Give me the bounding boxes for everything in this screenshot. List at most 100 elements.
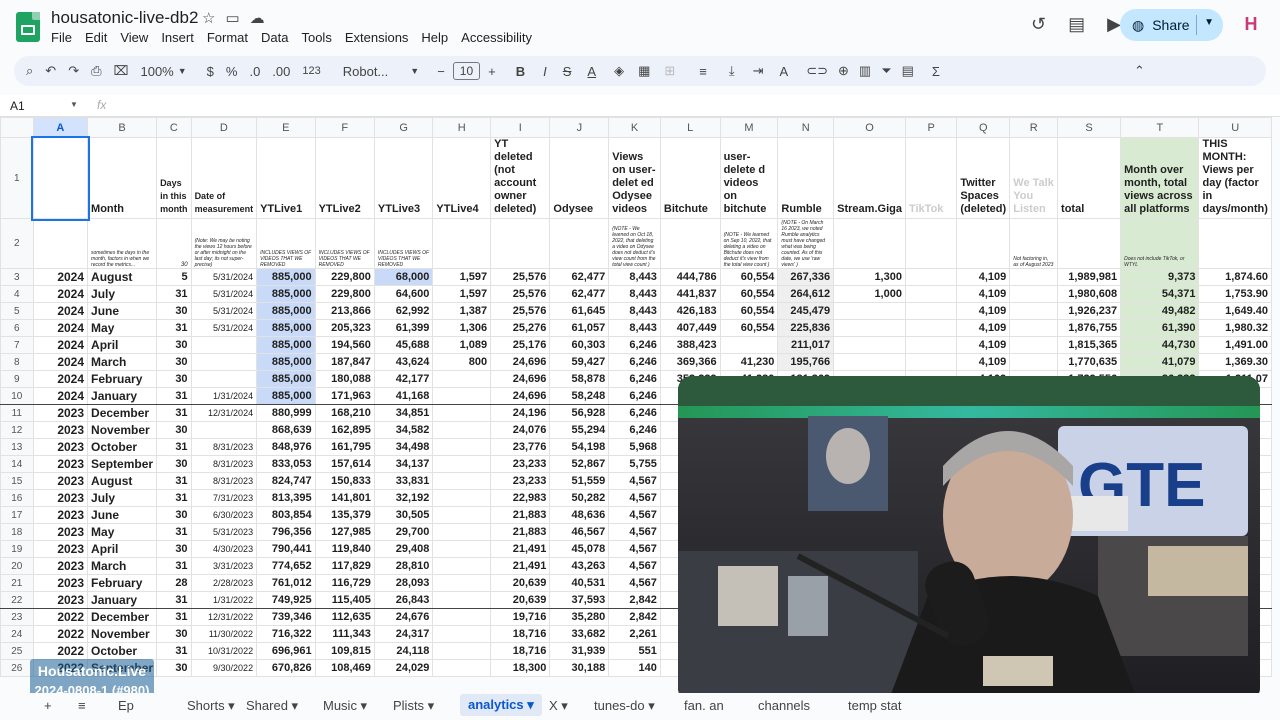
data-cell[interactable]: 4,567 — [608, 523, 661, 541]
data-cell[interactable] — [432, 455, 492, 473]
data-cell[interactable] — [904, 336, 958, 354]
data-cell[interactable]: 23,233 — [490, 455, 551, 473]
data-cell[interactable]: 30 — [156, 370, 192, 388]
data-cell[interactable]: 58,248 — [549, 387, 610, 405]
row-number[interactable]: 24 — [0, 625, 34, 643]
data-cell[interactable]: 1,874.60 — [1198, 268, 1272, 286]
data-cell[interactable]: 21,491 — [490, 540, 551, 558]
row-number[interactable]: 8 — [0, 353, 34, 371]
row-number[interactable]: 14 — [0, 455, 34, 473]
valign-icon[interactable]: ⤓ — [729, 63, 735, 79]
data-cell[interactable]: 1,300 — [833, 268, 906, 286]
data-cell[interactable]: 8/31/2023 — [190, 455, 258, 473]
column-header-j[interactable]: J — [549, 117, 610, 138]
data-cell[interactable]: 1/31/2022 — [190, 591, 258, 609]
menu-extensions[interactable]: Extensions — [345, 30, 415, 45]
data-cell[interactable]: 30 — [156, 506, 192, 524]
column-header-e[interactable]: E — [256, 117, 316, 138]
data-cell[interactable]: 62,992 — [373, 302, 434, 320]
data-cell[interactable]: 31 — [156, 591, 192, 609]
data-cell[interactable]: 33,682 — [549, 625, 610, 643]
menu-tools[interactable]: Tools — [301, 30, 337, 45]
header-cell[interactable]: Odysee — [549, 137, 610, 219]
rotate-icon[interactable]: A — [780, 64, 789, 79]
data-cell[interactable]: 28 — [156, 574, 192, 592]
data-cell[interactable]: 1,000 — [833, 285, 906, 303]
data-cell[interactable] — [432, 523, 492, 541]
data-cell[interactable]: 2023 — [32, 455, 89, 473]
data-cell[interactable]: 229,800 — [314, 285, 375, 303]
row-number[interactable]: 17 — [0, 506, 34, 524]
row-number[interactable]: 26 — [0, 659, 34, 677]
data-cell[interactable]: 55,294 — [549, 421, 610, 439]
data-cell[interactable]: 20,639 — [490, 574, 551, 592]
column-header-b[interactable]: B — [87, 117, 158, 138]
data-cell[interactable]: 1,369.30 — [1198, 353, 1272, 371]
document-title[interactable]: housatonic-live-db2 — [51, 8, 198, 28]
data-cell[interactable]: 1,306 — [432, 319, 492, 337]
data-cell[interactable]: 8,443 — [608, 302, 661, 320]
data-cell[interactable]: 2023 — [32, 438, 89, 456]
data-cell[interactable]: 12/31/2024 — [190, 404, 258, 422]
data-cell[interactable]: 5/31/2024 — [190, 268, 258, 286]
data-cell[interactable]: 32,192 — [373, 489, 434, 507]
header-cell[interactable]: TikTok — [904, 137, 958, 219]
header-cell[interactable] — [31, 135, 90, 221]
data-cell[interactable]: 21,883 — [490, 523, 551, 541]
data-cell[interactable]: 749,925 — [256, 591, 316, 609]
data-cell[interactable]: 30 — [156, 659, 192, 677]
data-cell[interactable]: 2,261 — [608, 625, 661, 643]
data-cell[interactable]: 2022 — [32, 642, 89, 660]
comments-icon[interactable]: ▤ — [1068, 14, 1085, 35]
data-cell[interactable]: 803,854 — [256, 506, 316, 524]
data-cell[interactable]: 60,554 — [719, 302, 779, 320]
data-cell[interactable] — [190, 421, 258, 439]
header-cell[interactable]: Twitter Spaces (deleted) — [956, 137, 1011, 219]
header-cell[interactable]: Date of measurement — [190, 137, 258, 219]
data-cell[interactable]: 31 — [156, 472, 192, 490]
data-cell[interactable]: 30 — [156, 625, 192, 643]
data-cell[interactable]: 41,168 — [373, 387, 434, 405]
data-cell[interactable]: December — [87, 404, 158, 422]
data-cell[interactable] — [432, 387, 492, 405]
data-cell[interactable]: January — [87, 591, 158, 609]
data-cell[interactable]: 10/31/2022 — [190, 642, 258, 660]
share-dropdown-icon[interactable]: ▼ — [1204, 17, 1214, 28]
data-cell[interactable]: 35,280 — [549, 608, 610, 626]
redo-icon[interactable]: ↷ — [68, 63, 79, 79]
data-cell[interactable]: 30 — [156, 353, 192, 371]
row-number[interactable]: 22 — [0, 591, 34, 609]
data-cell[interactable]: 885,000 — [256, 302, 316, 320]
data-cell[interactable]: 4,567 — [608, 472, 661, 490]
data-cell[interactable]: 880,999 — [256, 404, 316, 422]
data-cell[interactable]: 8/31/2023 — [190, 472, 258, 490]
data-cell[interactable]: 109,815 — [314, 642, 375, 660]
data-cell[interactable]: April — [87, 336, 158, 354]
header-cell[interactable]: YT deleted (not account owner deleted) — [490, 137, 551, 219]
data-cell[interactable]: 19,716 — [490, 608, 551, 626]
row-number[interactable]: 2 — [0, 218, 34, 269]
collapse-toolbar-icon[interactable]: ⌃ — [1134, 63, 1145, 79]
data-cell[interactable]: 4,567 — [608, 489, 661, 507]
data-cell[interactable]: 5,968 — [608, 438, 661, 456]
data-cell[interactable]: 119,840 — [314, 540, 375, 558]
data-cell[interactable]: October — [87, 642, 158, 660]
menu-data[interactable]: Data — [261, 30, 294, 45]
data-cell[interactable]: August — [87, 268, 158, 286]
header-cell[interactable]: Views on user-delet ed Odysee videos — [608, 137, 661, 219]
data-cell[interactable]: 42,177 — [373, 370, 434, 388]
data-cell[interactable]: 25,576 — [490, 268, 551, 286]
data-cell[interactable]: 33,831 — [373, 472, 434, 490]
header-cell[interactable]: YTLive1 — [256, 137, 316, 219]
data-cell[interactable]: 885,000 — [256, 336, 316, 354]
data-cell[interactable]: 44,730 — [1120, 336, 1200, 354]
header-cell[interactable]: YTLive2 — [314, 137, 375, 219]
data-cell[interactable]: 6,246 — [608, 404, 661, 422]
data-cell[interactable]: May — [87, 523, 158, 541]
note-cell[interactable]: Does not include TikTok, or WTYL — [1120, 218, 1200, 269]
data-cell[interactable]: December — [87, 608, 158, 626]
note-cell[interactable]: (NOTE - We learned on Oct 18, 2022, that… — [608, 218, 661, 269]
data-cell[interactable]: 171,963 — [314, 387, 375, 405]
column-header-h[interactable]: H — [432, 117, 492, 138]
data-cell[interactable]: 25,276 — [490, 319, 551, 337]
